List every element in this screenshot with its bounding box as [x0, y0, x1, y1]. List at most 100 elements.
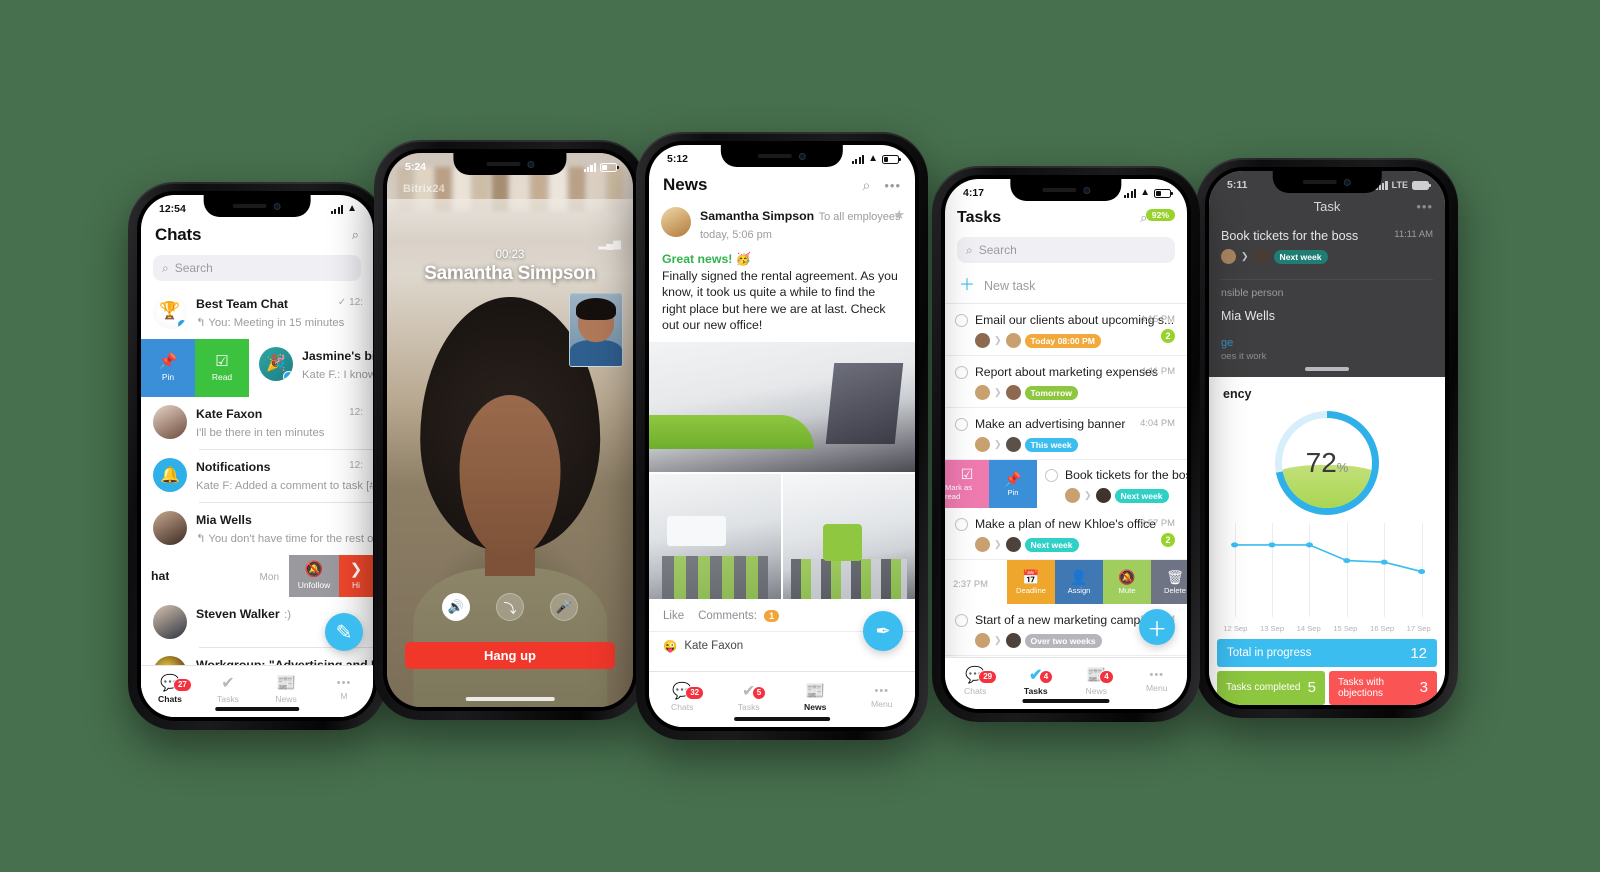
- task-title: Make an advertising banner: [975, 417, 1126, 431]
- add-task-button[interactable]: ＋: [1139, 609, 1175, 645]
- nav-tasks[interactable]: ✔ Tasks: [199, 666, 257, 707]
- swipe-action-mute[interactable]: 🔕 Mute: [1103, 560, 1151, 604]
- link-label[interactable]: ge: [1221, 337, 1233, 349]
- task-meta: ❯ This week: [975, 437, 1133, 452]
- self-view-pip[interactable]: [569, 293, 623, 367]
- nav-tasks[interactable]: ✔ 4 Tasks: [1006, 658, 1067, 699]
- chat-icon: 💬 29: [965, 667, 998, 684]
- x-tick: 13 Sep: [1259, 624, 1285, 633]
- swipe-action-assign[interactable]: 👤 Assign: [1055, 560, 1103, 604]
- nav-label: Tasks: [217, 693, 239, 704]
- swipe-action-read[interactable]: ☑ Read: [195, 339, 249, 397]
- swipe-action-pin[interactable]: 📌 Pin: [989, 460, 1037, 508]
- bell-muted-icon: 🔕: [1118, 568, 1136, 585]
- phone2-notch: [453, 153, 567, 175]
- task-row[interactable]: Make an advertising banner ❯ This week 4…: [945, 408, 1187, 460]
- home-indicator: [734, 717, 830, 721]
- avatar: [1065, 488, 1080, 503]
- phone1-screen: 12:54 ▲ Chats ⌕ ⌕ Search 🏆 Best Team Cha…: [141, 195, 373, 717]
- task-row[interactable]: Book tickets for the boss ❯ Next week: [1037, 460, 1187, 508]
- microphone-icon[interactable]: 🎤: [550, 593, 578, 621]
- checkbox-circle[interactable]: [955, 314, 968, 327]
- swipe-action-label: Unfollow: [297, 580, 331, 590]
- arrow-down-right-icon[interactable]: ⤵: [496, 593, 524, 621]
- task-name-row: Book tickets for the boss 11:11 AM: [1221, 229, 1433, 243]
- list-item[interactable]: 🏆 Best Team Chat ↰ You: Meeting in 15 mi…: [141, 287, 373, 339]
- list-item-text: Best Team Chat ↰ You: Meeting in 15 minu…: [196, 295, 344, 331]
- phone4-screen: 4:17 ▲ 92% Tasks ⌕ ••• ⌕ Search: [945, 179, 1187, 709]
- swipe-action-pin[interactable]: 📌 Pin: [141, 339, 195, 397]
- list-item[interactable]: 🔔 Notifications Kate F: Added a comment …: [141, 450, 373, 502]
- pin-icon: 📌: [1004, 470, 1022, 487]
- swipe-action-delete[interactable]: 🗑 Delete: [1151, 560, 1187, 604]
- avatar: [153, 511, 187, 545]
- checkbox-circle[interactable]: [955, 614, 968, 627]
- speaker-icon[interactable]: 🔊: [442, 593, 470, 621]
- gallery-image-main[interactable]: [649, 341, 915, 472]
- nav-menu[interactable]: ••• Menu: [849, 672, 916, 717]
- more-dots-icon[interactable]: •••: [884, 178, 901, 193]
- timestamp: 12:: [349, 460, 363, 471]
- checkbox-circle[interactable]: [955, 518, 968, 531]
- nav-menu[interactable]: ••• Menu: [1127, 658, 1188, 699]
- like-button[interactable]: Like: [663, 610, 684, 622]
- nav-chats[interactable]: 💬 27 Chats: [141, 666, 199, 707]
- due-chip: Over two weeks: [1024, 633, 1102, 648]
- more-dots-icon[interactable]: •••: [1416, 199, 1433, 214]
- search-placeholder: Search: [978, 243, 1017, 257]
- menu-dots-icon: •••: [336, 677, 352, 689]
- swipe-action-mark-as-read[interactable]: ☑ Mark as read: [945, 460, 989, 508]
- checkbox-circle[interactable]: [955, 366, 968, 379]
- nav-news[interactable]: 📰 News: [782, 672, 849, 717]
- task-content: Book tickets for the boss ❯ Next week: [1065, 466, 1187, 503]
- nav-menu[interactable]: ••• M: [315, 666, 373, 707]
- task-row[interactable]: Email our clients about upcoming s... ❯ …: [945, 304, 1187, 356]
- list-item[interactable]: 🎉 Jasmine's birth Kate F.: I know th: [249, 339, 373, 397]
- chart-x-axis: 12 Sep 13 Sep 14 Sep 15 Sep 16 Sep 17 Se…: [1217, 624, 1437, 633]
- new-post-button[interactable]: ✒: [863, 611, 903, 651]
- sheet-grabber[interactable]: [1305, 367, 1349, 371]
- battery-icon: [1154, 188, 1173, 198]
- comments-count: 1: [764, 609, 780, 622]
- search-icon[interactable]: ⌕: [863, 177, 871, 194]
- nav-chats[interactable]: 💬 32 Chats: [649, 672, 716, 717]
- post-gallery: [649, 341, 915, 601]
- badge-count: 4: [1099, 669, 1114, 684]
- checkbox-circle[interactable]: [955, 418, 968, 431]
- task-meta: ❯ Over two weeks: [975, 633, 1133, 648]
- checkbox-circle[interactable]: [1045, 469, 1058, 482]
- swipe-action-hide[interactable]: ❯ Hi: [339, 555, 373, 597]
- star-icon[interactable]: ★: [893, 207, 905, 223]
- efficiency-line-chart: 12 Sep 13 Sep 14 Sep 15 Sep 16 Sep 17 Se…: [1217, 523, 1437, 633]
- task-row[interactable]: Make a plan of new Khloe's office ❯ Next…: [945, 508, 1187, 560]
- menu-dots-icon: •••: [874, 685, 890, 697]
- hangup-button[interactable]: Hang up: [405, 642, 615, 669]
- list-item[interactable]: hat Mon: [141, 555, 289, 597]
- nav-news[interactable]: 📰 4 News: [1066, 658, 1127, 699]
- task-meta-row: ❯ Next week: [1221, 249, 1433, 264]
- task-content: Report about marketing expenses ❯ Tomorr…: [975, 363, 1158, 400]
- comments-button[interactable]: Comments: 1: [698, 609, 780, 622]
- new-chat-button[interactable]: ✎: [325, 613, 363, 651]
- nav-tasks[interactable]: ✔ 5 Tasks: [716, 672, 783, 717]
- search-input[interactable]: ⌕ Search: [957, 237, 1175, 263]
- gallery-image-left[interactable]: [649, 473, 781, 599]
- gallery-image-right[interactable]: [783, 473, 915, 599]
- swipe-action-deadline[interactable]: 📅 Deadline: [1007, 560, 1055, 604]
- list-item[interactable]: Mia Wells ↰ You don't have time for the …: [141, 503, 373, 555]
- party-icon: 🎉: [266, 355, 286, 373]
- due-chip: This week: [1024, 437, 1078, 452]
- new-task-row[interactable]: ＋ New task: [945, 269, 1187, 304]
- nav-news[interactable]: 📰 News: [257, 666, 315, 707]
- x-tick: 17 Sep: [1406, 624, 1431, 633]
- search-input[interactable]: ⌕ Search: [153, 255, 361, 281]
- nav-chats[interactable]: 💬 29 Chats: [945, 658, 1006, 699]
- timestamp: 2:57 PM: [1140, 517, 1175, 528]
- list-item[interactable]: Kate Faxon I'll be there in ten minutes …: [141, 397, 373, 449]
- avatar: [1221, 249, 1236, 264]
- list-item-text: Mia Wells ↰ You don't have time for the …: [196, 511, 373, 547]
- search-icon[interactable]: ⌕: [352, 227, 359, 243]
- task-row[interactable]: Report about marketing expenses ❯ Tomorr…: [945, 356, 1187, 408]
- avatar[interactable]: [661, 207, 691, 237]
- swipe-action-unfollow[interactable]: 🔕 Unfollow: [289, 555, 339, 597]
